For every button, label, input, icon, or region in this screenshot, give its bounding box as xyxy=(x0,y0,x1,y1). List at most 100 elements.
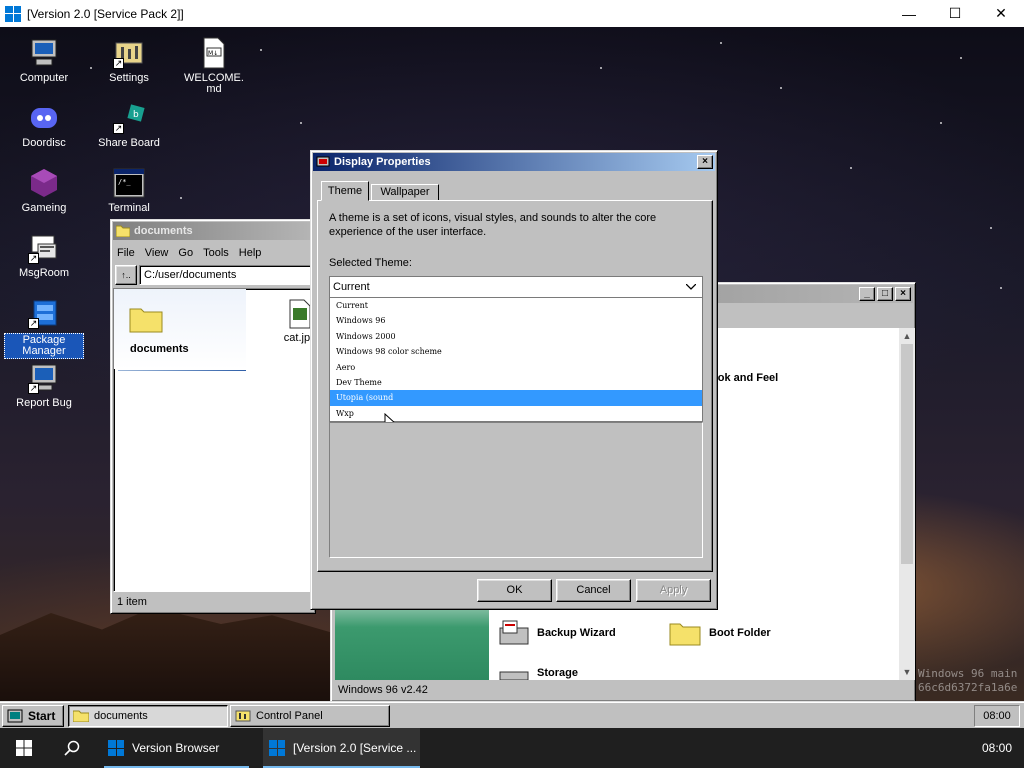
storage-icon xyxy=(499,671,529,680)
desktop-icon-msgroom[interactable]: ↗ MsgRoom xyxy=(4,232,84,279)
apply-button[interactable]: Apply xyxy=(636,579,711,602)
close-button[interactable]: ✕ xyxy=(978,0,1024,27)
maximize-button[interactable]: ☐ xyxy=(932,0,978,27)
folder-icon xyxy=(73,710,89,722)
windows-logo-icon xyxy=(269,740,285,756)
control-panel-status: Windows 96 v2.42 xyxy=(338,684,428,696)
scroll-up-icon[interactable]: ▲ xyxy=(899,328,915,344)
host-window-title: [Version 2.0 [Service Pack 2]] xyxy=(27,6,184,21)
theme-option[interactable]: Aero xyxy=(330,360,702,375)
section-title: ook and Feel xyxy=(711,372,779,384)
boot-folder-item[interactable]: Boot Folder xyxy=(669,620,771,646)
selected-theme-label: Selected Theme: xyxy=(329,257,412,269)
taskbar-item-documents[interactable]: documents xyxy=(68,705,228,727)
shortcut-arrow-icon: ↗ xyxy=(113,58,124,69)
backup-wizard-item[interactable]: Backup Wizard xyxy=(499,620,616,646)
desktop-icon-computer[interactable]: Computer xyxy=(4,37,84,84)
up-directory-button[interactable]: ↑.. xyxy=(115,265,137,285)
tab-theme[interactable]: Theme xyxy=(321,181,369,201)
desktop-icon-welcome[interactable]: M↓ WELCOME.md xyxy=(174,37,254,95)
host-start-button[interactable] xyxy=(0,728,48,768)
desktop-icon-label: Package Manager xyxy=(4,333,84,359)
desktop-icon-settings[interactable]: ↗ Settings xyxy=(89,37,169,84)
folder-icon xyxy=(129,308,163,333)
desktop-icon-label: Doordisc xyxy=(22,137,66,149)
start-button[interactable]: Start xyxy=(2,705,64,727)
windows-logo-icon xyxy=(108,740,124,756)
explorer-content: documents cat.jpg xyxy=(113,288,315,592)
svg-text:M↓: M↓ xyxy=(208,50,218,57)
desktop: Computer ↗ Settings M↓ WELCOME.md Doordi… xyxy=(0,27,1024,701)
markdown-file-icon: M↓ xyxy=(198,37,230,69)
close-button[interactable]: × xyxy=(697,155,713,169)
settings-icon: ↗ xyxy=(113,37,145,69)
theme-option[interactable]: Windows 98 color scheme xyxy=(330,344,702,359)
explorer-status: 1 item xyxy=(117,596,147,608)
desktop-icon-label: Share Board xyxy=(98,137,160,149)
share-board-icon: b ↗ xyxy=(113,102,145,134)
menu-view[interactable]: View xyxy=(145,247,169,259)
display-properties-dialog: Display Properties × Theme Wallpaper A t… xyxy=(310,150,718,610)
svg-text:b: b xyxy=(133,110,139,120)
theme-option[interactable]: Windows 2000 xyxy=(330,329,702,344)
image-file-icon xyxy=(289,299,311,329)
folder-heading: documents xyxy=(130,343,189,355)
control-panel-icon xyxy=(235,710,251,722)
scroll-thumb[interactable] xyxy=(901,344,913,564)
folder-icon xyxy=(669,623,701,646)
desktop-icon-package-manager[interactable]: ↗ Package Manager xyxy=(4,297,84,359)
svg-text:/*_: /*_ xyxy=(118,178,131,186)
desktop-icon-doordisc[interactable]: Doordisc xyxy=(4,102,84,149)
theme-description: A theme is a set of icons, visual styles… xyxy=(329,212,657,238)
package-manager-icon: ↗ xyxy=(28,297,60,329)
storage-item[interactable]: Storage xyxy=(499,666,578,680)
desktop-icon-label: Settings xyxy=(109,72,149,84)
desktop-icon-label: Terminal xyxy=(108,202,150,214)
menu-help[interactable]: Help xyxy=(239,247,262,259)
w96-clock: 08:00 xyxy=(974,705,1020,727)
theme-option[interactable]: Dev Theme xyxy=(330,375,702,390)
cancel-button[interactable]: Cancel xyxy=(556,579,631,602)
desktop-icon-report-bug[interactable]: ↗ Report Bug xyxy=(4,362,84,409)
menu-tools[interactable]: Tools xyxy=(203,247,229,259)
menu-file[interactable]: File xyxy=(117,247,135,259)
folder-icon xyxy=(116,225,130,237)
discord-icon xyxy=(28,102,60,134)
desktop-icon-label: Report Bug xyxy=(16,397,72,409)
host-task-version-2[interactable]: [Version 2.0 [Service ... xyxy=(263,728,420,768)
desktop-icon-label: Computer xyxy=(19,72,69,84)
explorer-menubar: File View Go Tools Help xyxy=(117,247,261,259)
minimize-button[interactable]: — xyxy=(886,0,932,27)
theme-option[interactable]: Current xyxy=(330,298,702,313)
theme-option-highlighted[interactable]: Utopia (sound xyxy=(330,390,702,406)
chevron-down-icon xyxy=(685,281,697,293)
desktop-icon-label: MsgRoom xyxy=(18,267,70,279)
host-task-version-browser[interactable]: Version Browser xyxy=(98,728,255,768)
scroll-down-icon[interactable]: ▼ xyxy=(899,664,915,680)
tab-wallpaper[interactable]: Wallpaper xyxy=(371,184,439,201)
host-search-button[interactable] xyxy=(48,728,96,768)
maximize-button[interactable]: □ xyxy=(877,287,893,301)
vertical-scrollbar[interactable]: ▲ ▼ xyxy=(899,328,915,680)
theme-select[interactable]: Current xyxy=(329,276,703,298)
start-logo-icon xyxy=(7,709,23,723)
search-icon xyxy=(64,740,80,756)
build-watermark: Windows 96 main 66c6d6372fa1a6e xyxy=(918,667,1018,694)
dialog-titlebar: Display Properties × xyxy=(313,153,715,171)
windows-start-icon xyxy=(16,740,32,756)
explorer-window: documents File View Go Tools Help ↑.. C:… xyxy=(110,219,317,614)
minimize-button[interactable]: _ xyxy=(859,287,875,301)
desktop-icon-gameing[interactable]: Gameing xyxy=(4,167,84,214)
theme-dropdown-list: Current Windows 96 Windows 2000 Windows … xyxy=(329,298,703,422)
desktop-icon-terminal[interactable]: /*_ Terminal xyxy=(89,167,169,214)
msgroom-icon: ↗ xyxy=(28,232,60,264)
computer-icon xyxy=(28,37,60,69)
close-button[interactable]: × xyxy=(895,287,911,301)
desktop-icon-label: WELCOME.md xyxy=(184,72,244,95)
menu-go[interactable]: Go xyxy=(178,247,193,259)
taskbar-item-control-panel[interactable]: Control Panel xyxy=(230,705,390,727)
theme-option[interactable]: Windows 96 xyxy=(330,313,702,328)
address-bar[interactable]: C:/user/documents xyxy=(139,265,317,285)
desktop-icon-share-board[interactable]: b ↗ Share Board xyxy=(89,102,169,149)
ok-button[interactable]: OK xyxy=(477,579,552,602)
